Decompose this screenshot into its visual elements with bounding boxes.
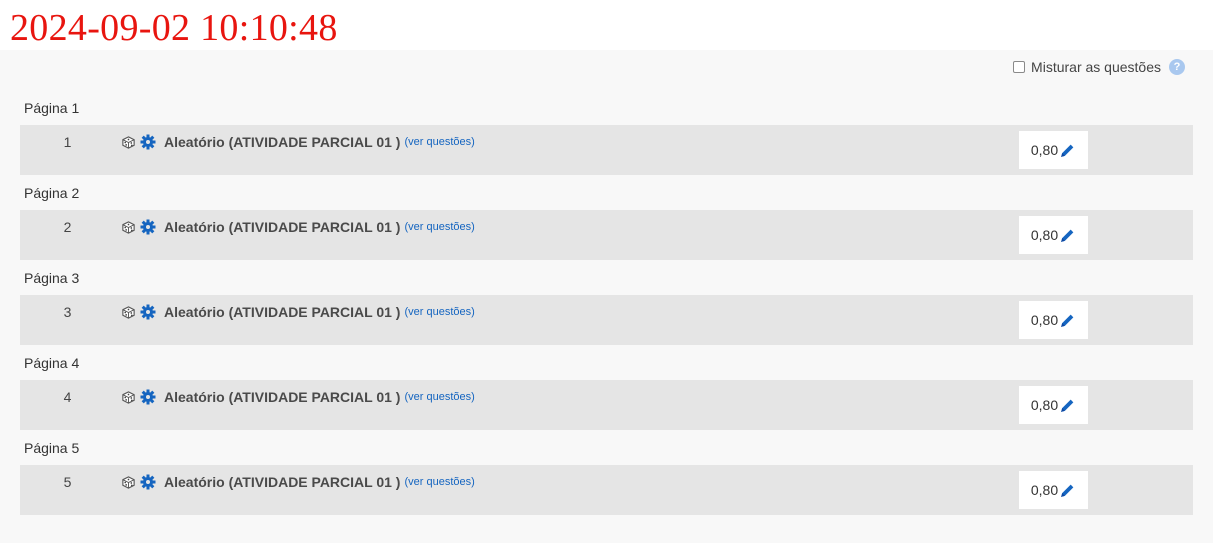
view-questions-link[interactable]: (ver questões) (404, 221, 474, 233)
max-grade-value: 0,80 (1030, 397, 1059, 413)
pencil-icon[interactable] (1059, 227, 1076, 244)
question-info: Aleatório (ATIVIDADE PARCIAL 01 ) (ver q… (121, 474, 475, 490)
slot-number: 2 (63, 219, 72, 235)
gear-icon[interactable] (140, 389, 156, 405)
gear-icon[interactable] (140, 304, 156, 320)
question-slot-row: 2 Aleatório (ATIVIDADE PARCIAL 01 ) (ver… (20, 210, 1193, 260)
pencil-icon[interactable] (1059, 312, 1076, 329)
pencil-icon[interactable] (1059, 482, 1076, 499)
gear-icon[interactable] (140, 219, 156, 235)
max-grade: 0,80 (1019, 131, 1088, 169)
page-heading-1: Página 1 (24, 100, 80, 116)
dice-icon (122, 475, 135, 489)
dice-icon (122, 220, 135, 234)
question-name[interactable]: Aleatório (ATIVIDADE PARCIAL 01 ) (164, 219, 400, 235)
view-questions-link[interactable]: (ver questões) (404, 391, 474, 403)
max-grade-value: 0,80 (1030, 227, 1059, 243)
question-slot-row: 3 Aleatório (ATIVIDADE PARCIAL 01 ) (ver… (20, 295, 1193, 345)
view-questions-link[interactable]: (ver questões) (404, 306, 474, 318)
page-heading-3: Página 3 (24, 270, 80, 286)
shuffle-questions-control: Misturar as questões ? (1013, 59, 1185, 75)
max-grade: 0,80 (1019, 386, 1088, 424)
timestamp-overlay: 2024-09-02 10:10:48 (10, 7, 338, 49)
max-grade: 0,80 (1019, 301, 1088, 339)
dice-icon (122, 305, 135, 319)
view-questions-link[interactable]: (ver questões) (404, 136, 474, 148)
question-info: Aleatório (ATIVIDADE PARCIAL 01 ) (ver q… (121, 219, 475, 235)
question-name[interactable]: Aleatório (ATIVIDADE PARCIAL 01 ) (164, 474, 400, 490)
view-questions-link[interactable]: (ver questões) (404, 476, 474, 488)
question-info: Aleatório (ATIVIDADE PARCIAL 01 ) (ver q… (121, 389, 475, 405)
max-grade: 0,80 (1019, 471, 1088, 509)
max-grade-value: 0,80 (1030, 482, 1059, 498)
max-grade: 0,80 (1019, 216, 1088, 254)
slot-number: 3 (63, 304, 72, 320)
quiz-structure-panel: Misturar as questões ? Página 1 1 Aleató… (0, 50, 1213, 543)
slot-number: 4 (63, 389, 72, 405)
pencil-icon[interactable] (1059, 142, 1076, 159)
slot-number: 5 (63, 474, 72, 490)
question-info: Aleatório (ATIVIDADE PARCIAL 01 ) (ver q… (121, 304, 475, 320)
max-grade-value: 0,80 (1030, 312, 1059, 328)
question-slot-row: 1 Aleatório (ATIVIDADE PARCIAL 01 ) (ver… (20, 125, 1193, 175)
question-name[interactable]: Aleatório (ATIVIDADE PARCIAL 01 ) (164, 304, 400, 320)
page-heading-2: Página 2 (24, 185, 80, 201)
question-name[interactable]: Aleatório (ATIVIDADE PARCIAL 01 ) (164, 389, 400, 405)
help-icon[interactable]: ? (1169, 59, 1185, 75)
question-info: Aleatório (ATIVIDADE PARCIAL 01 ) (ver q… (121, 134, 475, 150)
shuffle-label[interactable]: Misturar as questões (1031, 59, 1161, 75)
slot-number: 1 (63, 134, 72, 150)
question-name[interactable]: Aleatório (ATIVIDADE PARCIAL 01 ) (164, 134, 400, 150)
page-heading-5: Página 5 (24, 440, 80, 456)
question-slot-row: 4 Aleatório (ATIVIDADE PARCIAL 01 ) (ver… (20, 380, 1193, 430)
max-grade-value: 0,80 (1030, 142, 1059, 158)
shuffle-checkbox[interactable] (1013, 61, 1026, 73)
gear-icon[interactable] (140, 474, 156, 490)
pencil-icon[interactable] (1059, 397, 1076, 414)
question-slot-row: 5 Aleatório (ATIVIDADE PARCIAL 01 ) (ver… (20, 465, 1193, 515)
dice-icon (122, 390, 135, 404)
gear-icon[interactable] (140, 134, 156, 150)
page-heading-4: Página 4 (24, 355, 80, 371)
dice-icon (122, 135, 135, 149)
